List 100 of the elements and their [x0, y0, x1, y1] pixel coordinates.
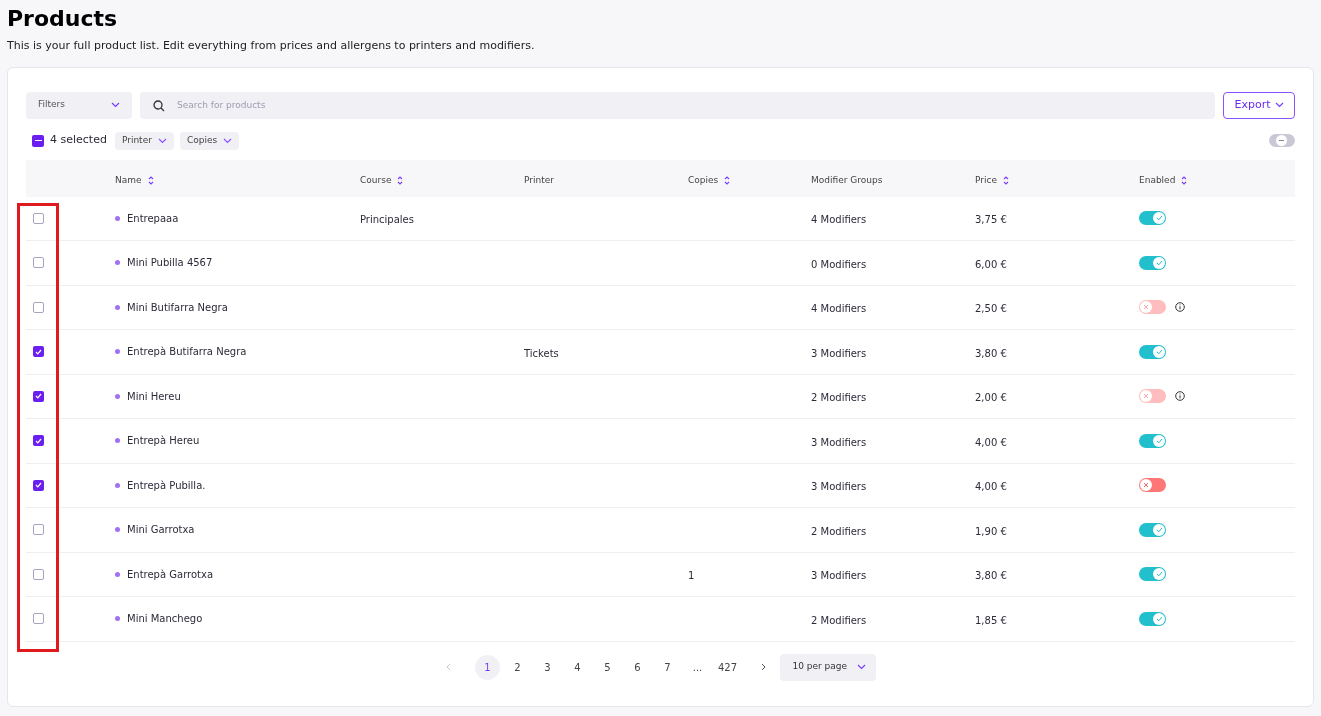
enabled-toggle[interactable] [1139, 611, 1166, 626]
search-icon [153, 99, 165, 112]
sort-icon[interactable] [1002, 176, 1009, 186]
chevron-down-icon [1274, 102, 1284, 108]
printer-cell: Tickets [524, 347, 559, 359]
enabled-toggle[interactable] [1139, 389, 1166, 404]
product-name[interactable]: Entrepà Hereu [127, 433, 200, 449]
copies-cell: 1 [688, 570, 695, 582]
row-checkbox[interactable] [33, 257, 44, 269]
sort-icon[interactable] [724, 176, 731, 186]
page-button[interactable]: ... [685, 654, 710, 680]
check-icon [35, 348, 42, 355]
previous-page-icon[interactable] [445, 663, 451, 671]
price-cell: 2,00 € [975, 392, 1007, 404]
column-header[interactable]: Price [975, 174, 1009, 188]
check-icon [1155, 259, 1163, 266]
price-cell: 4,00 € [975, 436, 1007, 448]
product-name[interactable]: Entrepà Garrotxa [127, 566, 214, 582]
sort-icon[interactable] [147, 176, 154, 186]
column-header: Modifier Groups [811, 174, 883, 187]
column-header[interactable]: Name [115, 174, 154, 188]
page-button[interactable]: 4 [565, 654, 590, 680]
enabled-toggle[interactable] [1139, 255, 1166, 270]
price-cell: 4,00 € [975, 481, 1007, 493]
check-icon [35, 437, 42, 444]
bulk-action-dropdown[interactable]: Printer [114, 131, 174, 150]
modifiers-cell: 3 Modifiers [811, 481, 867, 493]
row-checkbox[interactable] [33, 568, 44, 580]
product-name[interactable]: Mini Garrotxa [127, 522, 195, 538]
product-name[interactable]: Mini Pubilla 4567 [127, 255, 213, 271]
check-icon [1155, 615, 1163, 622]
modifiers-cell: 2 Modifiers [811, 525, 867, 537]
price-cell: 2,50 € [975, 303, 1007, 315]
column-header[interactable]: Course [360, 174, 404, 188]
row-checkbox[interactable] [33, 390, 44, 402]
search-field[interactable]: Search for products [140, 91, 1215, 119]
export-button[interactable]: Export [1223, 91, 1295, 119]
enabled-toggle[interactable] [1139, 433, 1166, 448]
chevron-down-icon [157, 137, 167, 144]
modifiers-cell: 0 Modifiers [811, 258, 867, 270]
product-name[interactable]: Entrepà Butifarra Negra [127, 344, 247, 360]
row-checkbox[interactable] [33, 301, 44, 313]
modifiers-cell: 4 Modifiers [811, 303, 867, 315]
chevron-down-icon [856, 664, 866, 670]
per-page-dropdown[interactable]: 10 per page [779, 653, 876, 681]
cross-icon [1143, 482, 1149, 489]
page-button[interactable]: 3 [535, 654, 560, 680]
enabled-toggle[interactable] [1139, 522, 1166, 537]
next-page-icon[interactable] [760, 663, 766, 671]
page-title: Products [7, 5, 119, 33]
sort-icon[interactable] [397, 176, 404, 186]
product-name[interactable]: Mini Hereu [127, 388, 181, 404]
cross-icon [1143, 304, 1149, 311]
enabled-toggle[interactable] [1139, 344, 1166, 359]
enabled-toggle[interactable] [1139, 300, 1166, 315]
bulk-toggle[interactable] [1269, 134, 1295, 147]
modifiers-cell: 3 Modifiers [811, 570, 867, 582]
page-button[interactable]: 5 [595, 654, 620, 680]
check-icon [35, 393, 42, 400]
column-header[interactable]: Copies [688, 174, 731, 188]
product-name[interactable]: Entrepà Pubilla. [127, 477, 206, 493]
cross-icon [1143, 393, 1149, 400]
product-name[interactable]: Entrepaaa [127, 210, 179, 226]
page-button[interactable]: 7 [655, 654, 680, 680]
price-cell: 3,80 € [975, 570, 1007, 582]
modifiers-cell: 3 Modifiers [811, 347, 867, 359]
price-cell: 3,80 € [975, 347, 1007, 359]
enabled-toggle[interactable] [1139, 567, 1166, 582]
price-cell: 1,90 € [975, 525, 1007, 537]
info-icon[interactable] [1175, 302, 1185, 313]
row-checkbox[interactable] [33, 613, 44, 625]
sort-icon[interactable] [1181, 176, 1188, 186]
page-button[interactable]: 1 [475, 654, 500, 680]
enabled-toggle[interactable] [1139, 478, 1166, 493]
product-name[interactable]: Mini Butifarra Negra [127, 299, 228, 315]
select-all-checkbox[interactable] [32, 134, 44, 147]
price-cell: 1,85 € [975, 614, 1007, 626]
page-button[interactable]: 6 [625, 654, 650, 680]
filters-dropdown[interactable]: Filters [26, 91, 132, 119]
check-icon [1155, 215, 1163, 222]
product-name[interactable]: Mini Manchego [127, 611, 203, 627]
row-checkbox[interactable] [33, 479, 44, 491]
row-checkbox[interactable] [33, 212, 44, 224]
modifiers-cell: 2 Modifiers [811, 392, 867, 404]
bulk-action-dropdown[interactable]: Copies [179, 131, 240, 150]
row-checkbox[interactable] [33, 435, 44, 447]
chevron-down-icon [111, 102, 120, 108]
page-button[interactable]: 2 [505, 654, 530, 680]
chevron-down-icon [223, 137, 233, 144]
check-icon [1155, 571, 1163, 578]
info-icon[interactable] [1175, 391, 1185, 402]
column-header[interactable]: Enabled [1139, 174, 1188, 188]
row-checkbox[interactable] [33, 346, 44, 358]
price-cell: 6,00 € [975, 258, 1007, 270]
check-icon [35, 482, 42, 489]
check-icon [1155, 526, 1163, 533]
row-checkbox[interactable] [33, 524, 44, 536]
page-button[interactable]: 427 [715, 654, 740, 680]
enabled-toggle[interactable] [1139, 211, 1166, 226]
column-header: Printer [524, 174, 554, 187]
